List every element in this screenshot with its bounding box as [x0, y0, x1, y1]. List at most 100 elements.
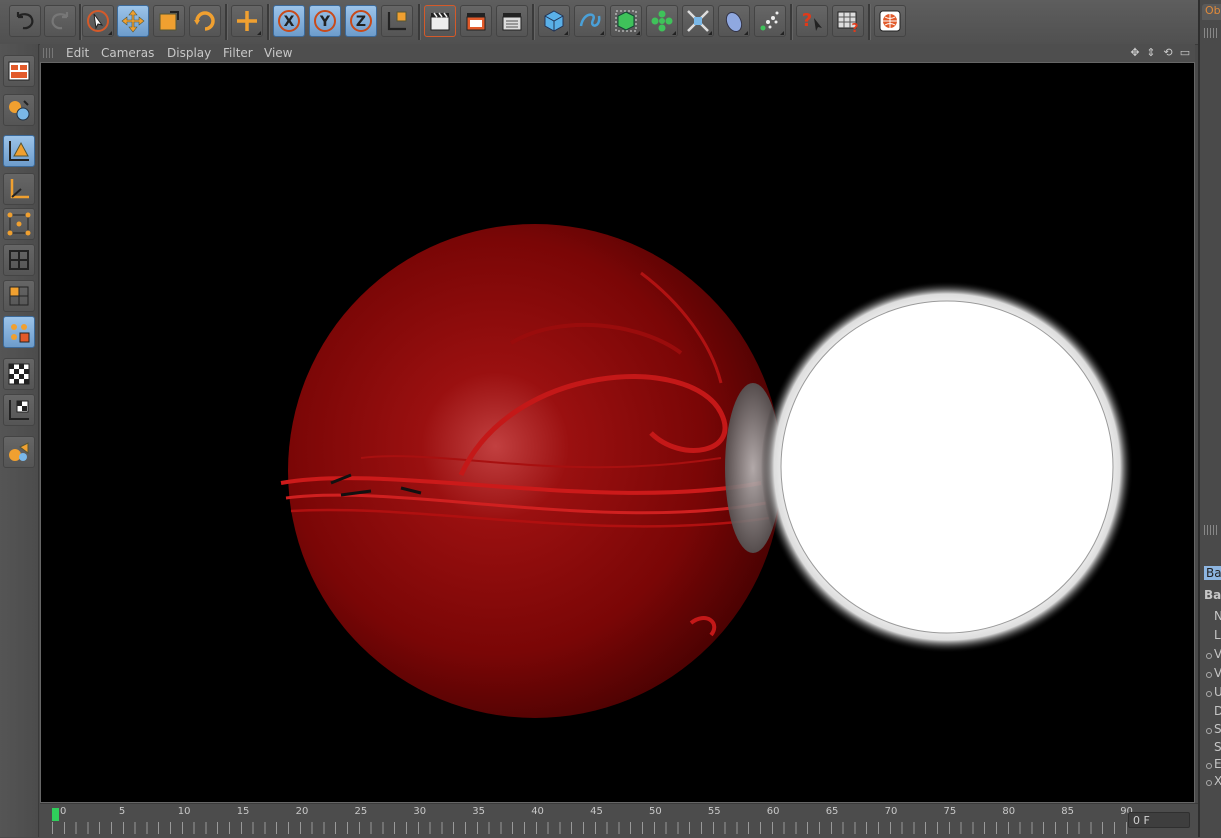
zoom-view-icon[interactable]: ⇕: [1144, 46, 1158, 60]
undo-button[interactable]: [9, 5, 41, 37]
timeline[interactable]: 0 5 10 15 20 25 30 35 40 45 50 55 60 65 70 75 80 85 90 0 F: [40, 803, 1198, 838]
edges-mode-button[interactable]: [3, 244, 35, 276]
attribute-row-label[interactable]: D: [1214, 704, 1221, 718]
sculpt-button[interactable]: [3, 436, 35, 468]
z-axis-lock-button[interactable]: Z: [345, 5, 377, 37]
rotate-button[interactable]: [189, 5, 221, 37]
attribute-row-label[interactable]: U: [1214, 685, 1221, 699]
menu-display[interactable]: Display: [167, 44, 211, 62]
deformer-button[interactable]: [682, 5, 714, 37]
polygons-mode-button[interactable]: [3, 280, 35, 312]
axis-mode-button[interactable]: [3, 173, 35, 205]
rotate-icon: [194, 11, 215, 31]
attributes-basic-tab[interactable]: Ba: [1204, 566, 1221, 580]
viewport-3d[interactable]: [40, 62, 1195, 803]
right-panel: Ob Ba Ba NLVVUDSSEX: [1198, 0, 1221, 837]
attribute-row-label[interactable]: L: [1214, 628, 1221, 642]
maximize-view-icon[interactable]: ▭: [1178, 46, 1192, 60]
attribute-row-label[interactable]: S: [1214, 722, 1221, 736]
layout-button[interactable]: [3, 55, 35, 87]
cube-primitive-button[interactable]: [538, 5, 570, 37]
y-axis-lock-icon: Y: [314, 10, 336, 32]
texture-mode-icon: [8, 363, 30, 385]
particle-button[interactable]: [754, 5, 786, 37]
add-object-button[interactable]: [231, 5, 263, 37]
timeline-label: 85: [1061, 806, 1075, 817]
pan-view-icon[interactable]: ✥: [1128, 46, 1142, 60]
array-button[interactable]: [646, 5, 678, 37]
online-button[interactable]: [874, 5, 906, 37]
menu-edit[interactable]: Edit: [66, 44, 89, 62]
animate-dot-icon[interactable]: [1206, 691, 1212, 697]
nurbs-button[interactable]: [610, 5, 642, 37]
content-browser-button[interactable]: ?: [832, 5, 864, 37]
attribute-row-label[interactable]: X: [1214, 774, 1221, 788]
timeline-label: 15: [236, 806, 250, 817]
objects-tab[interactable]: Ob: [1202, 4, 1221, 20]
scene-button[interactable]: [718, 5, 750, 37]
light-disc[interactable]: [780, 300, 1114, 634]
red-sphere[interactable]: [288, 224, 782, 718]
workplane-button[interactable]: [3, 394, 35, 426]
z-axis-lock-icon: Z: [350, 10, 372, 32]
attribute-row-label[interactable]: V: [1214, 647, 1221, 661]
animate-dot-icon[interactable]: [1206, 780, 1212, 786]
uvw-mode-button[interactable]: [3, 316, 35, 348]
render-picture-viewer-button[interactable]: [460, 5, 492, 37]
timeline-label: 65: [825, 806, 839, 817]
timeline-label: 55: [707, 806, 721, 817]
y-axis-lock-button[interactable]: Y: [309, 5, 341, 37]
spline-button[interactable]: [574, 5, 606, 37]
render-view-icon: [430, 12, 450, 31]
menu-grip-icon[interactable]: [43, 48, 55, 58]
object-mode-button[interactable]: [3, 94, 35, 126]
help-button[interactable]: ?: [796, 5, 828, 37]
timeline-label: 10: [177, 806, 191, 817]
uvw-mode-icon: [11, 324, 30, 343]
timeline-label: 35: [472, 806, 486, 817]
animate-dot-icon[interactable]: [1206, 653, 1212, 659]
panel-grip-icon[interactable]: [1204, 28, 1218, 38]
attribute-row-label[interactable]: V: [1214, 666, 1221, 680]
attribute-row-label[interactable]: N: [1214, 609, 1221, 623]
polygons-mode-icon: [9, 286, 29, 306]
x-axis-lock-icon: X: [278, 10, 300, 32]
timeline-label: 75: [943, 806, 957, 817]
render-view-button[interactable]: [424, 5, 456, 37]
points-mode-button[interactable]: [3, 208, 35, 240]
timeline-label: 25: [354, 806, 368, 817]
current-frame-field[interactable]: 0 F: [1128, 812, 1190, 828]
timeline-label: 30: [413, 806, 427, 817]
timeline-label: 60: [766, 806, 780, 817]
animate-dot-icon[interactable]: [1206, 763, 1212, 769]
menu-filter[interactable]: Filter: [223, 44, 253, 62]
attributes-grip-icon[interactable]: [1204, 525, 1218, 535]
menu-cameras[interactable]: Cameras: [101, 44, 154, 62]
render-settings-button[interactable]: [496, 5, 528, 37]
svg-text:?: ?: [802, 10, 812, 31]
current-frame-marker[interactable]: [52, 808, 59, 821]
animate-dot-icon[interactable]: [1206, 672, 1212, 678]
coordinate-system-button[interactable]: [381, 5, 413, 37]
timeline-label: 20: [295, 806, 309, 817]
menu-view[interactable]: View: [264, 44, 292, 62]
texture-mode-button[interactable]: [3, 358, 35, 390]
workplane-icon: [9, 400, 29, 420]
svg-text:?: ?: [852, 21, 859, 34]
x-axis-lock-button[interactable]: X: [273, 5, 305, 37]
animate-dot-icon[interactable]: [1206, 728, 1212, 734]
attributes-header: Ba: [1204, 588, 1221, 602]
coordinate-system-icon: [387, 11, 407, 31]
scale-button[interactable]: [153, 5, 185, 37]
model-mode-button[interactable]: [3, 135, 35, 167]
timeline-label: 70: [884, 806, 898, 817]
attribute-row-label[interactable]: E: [1214, 757, 1221, 771]
live-selection-button[interactable]: [82, 5, 114, 37]
rotate-view-icon[interactable]: ⟲: [1161, 46, 1175, 60]
attribute-row-label[interactable]: S: [1214, 740, 1221, 754]
scale-icon: [159, 11, 179, 31]
redo-button[interactable]: [44, 5, 76, 37]
axis-mode-icon: [10, 179, 29, 199]
move-button[interactable]: [117, 5, 149, 37]
main-toolbar: X Y Z ? ?: [0, 0, 1198, 45]
